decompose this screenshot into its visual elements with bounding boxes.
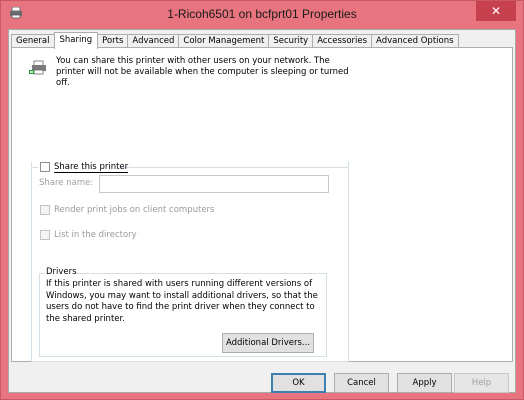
tab-general[interactable]: General [11,34,55,48]
tab-advanced[interactable]: Advanced [127,34,180,48]
group-border [31,167,38,168]
group-border [39,273,45,274]
sharing-panel: You can share this printer with other us… [11,47,513,362]
help-button[interactable]: Help [454,373,509,393]
tab-sharing[interactable]: Sharing [53,32,99,49]
tab-ports[interactable]: Ports [97,34,129,48]
drivers-legend: Drivers [46,267,77,277]
share-printer-checkbox[interactable] [40,162,50,172]
drivers-description: If this printer is shared with users run… [46,279,318,324]
share-name-label: Share name: [39,178,94,188]
shared-printer-icon [29,60,46,75]
additional-drivers-button[interactable]: Additional Drivers... [222,333,314,353]
tab-security[interactable]: Security [268,34,314,48]
window-title: 1-Ricoh6501 on bcfprt01 Properties [167,7,357,21]
group-border [120,167,349,168]
render-jobs-label: Render print jobs on client computers [54,205,215,215]
sharing-intro-text: You can share this printer with other us… [56,56,349,88]
tab-advanced-options[interactable]: Advanced Options [371,34,459,48]
tab-strip: General Sharing Ports Advanced Color Man… [11,32,459,49]
share-printer-label[interactable]: Share this printer [54,162,129,173]
ok-button[interactable]: OK [271,373,326,393]
apply-button[interactable]: Apply [397,373,452,393]
cancel-button[interactable]: Cancel [334,373,389,393]
close-button[interactable]: ✕ [476,1,516,21]
list-directory-checkbox[interactable] [40,230,50,240]
tab-accessories[interactable]: Accessories [312,34,373,48]
properties-window: 1-Ricoh6501 on bcfprt01 Properties ✕ Gen… [0,0,524,400]
share-name-input[interactable] [99,175,329,193]
render-jobs-checkbox[interactable] [40,205,50,215]
tab-color-management[interactable]: Color Management [178,34,270,48]
list-directory-label: List in the directory [54,230,137,240]
close-icon: ✕ [490,4,502,18]
dialog-body: General Sharing Ports Advanced Color Man… [8,29,516,393]
group-border [75,273,327,274]
title-bar: 1-Ricoh6501 on bcfprt01 Properties ✕ [1,1,523,29]
